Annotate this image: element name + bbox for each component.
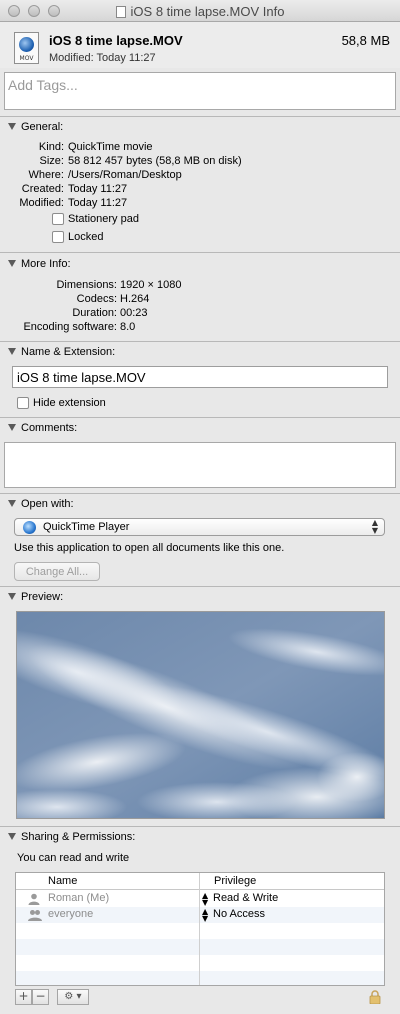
divider [0,252,400,253]
codecs-value: H.264 [120,293,150,305]
permissions-table: Name Privilege Roman (Me) ▲ ▼ Read & Writ… [15,872,385,986]
sharing-heading: Sharing & Permissions: [21,831,136,843]
preview-heading: Preview: [21,591,64,603]
quicktime-player-icon [23,521,36,534]
dimensions-value: 1920 × 1080 [120,279,182,291]
disclosure-triangle-icon [8,348,16,355]
disclosure-triangle-icon [8,123,16,130]
general-section-header[interactable]: General: [8,121,63,133]
where-value: /Users/Roman/Desktop [68,169,182,181]
disclosure-triangle-icon [8,500,16,507]
open-with-heading: Open with: [21,498,74,510]
window-title-container: iOS 8 time lapse.MOV Info [0,4,400,19]
modified-label: Modified: [19,197,64,209]
document-icon [115,6,126,18]
tags-field[interactable]: Add Tags... [4,72,396,110]
title-bar: iOS 8 time lapse.MOV Info [0,0,400,22]
comments-field[interactable] [4,442,396,488]
open-with-app-select[interactable]: QuickTime Player ▲ ▼ [14,518,385,536]
more-info-section-header[interactable]: More Info: [8,258,71,270]
disclosure-triangle-icon [8,260,16,267]
divider [0,826,400,827]
duration-label: Duration: [72,307,117,319]
hide-extension-checkbox[interactable] [17,397,29,409]
table-row-empty [16,971,384,985]
action-menu-button[interactable]: ⚙ ▾ [57,989,89,1005]
modified-value: Today 11:27 [68,197,128,209]
divider [0,586,400,587]
where-label: Where: [28,169,64,181]
column-header-privilege[interactable]: Privilege [214,875,256,887]
name-extension-heading: Name & Extension: [21,346,116,358]
kind-label: Kind: [38,141,64,153]
group-icon [28,910,42,921]
preview-section-header[interactable]: Preview: [8,591,63,603]
table-row-empty [16,939,384,955]
file-modified: Modified: Today 11:27 [49,52,156,64]
table-row-empty [16,955,384,971]
name-extension-section-header[interactable]: Name & Extension: [8,346,115,358]
permission-user-name: everyone [48,908,94,920]
quicktime-logo-icon [19,37,34,52]
movie-file-icon: MOV [14,32,39,64]
file-size: 58,8 MB [341,33,390,48]
privilege-stepper-icon[interactable]: ▲ ▼ [202,908,208,923]
more-info-heading: More Info: [21,258,71,270]
disclosure-triangle-icon [8,833,16,840]
comments-section-header[interactable]: Comments: [8,422,77,434]
stationery-pad-checkbox[interactable] [52,213,64,225]
column-separator [199,873,200,985]
file-header: MOV iOS 8 time lapse.MOV Modified: Today… [0,22,400,68]
column-header-name[interactable]: Name [48,875,77,887]
file-name-input[interactable]: iOS 8 time lapse.MOV [12,366,388,388]
disclosure-triangle-icon [8,424,16,431]
encoding-software-value: 8.0 [120,321,136,333]
permission-privilege[interactable]: No Access [213,908,265,920]
size-value: 58 812 457 bytes (58,8 MB on disk) [68,155,242,167]
movie-preview[interactable] [16,611,385,819]
change-all-button[interactable]: Change All... [14,562,100,581]
sharing-summary: You can read and write [17,852,130,864]
file-name: iOS 8 time lapse.MOV [49,33,183,48]
size-label: Size: [39,155,64,167]
remove-user-button[interactable]: − [32,989,49,1005]
open-with-description: Use this application to open all documen… [14,542,285,554]
popup-arrows-icon: ▲ ▼ [371,518,378,535]
comments-heading: Comments: [21,422,78,434]
encoding-software-label: Encoding software: [23,321,117,333]
created-value: Today 11:27 [68,183,128,195]
codecs-label: Codecs: [76,293,117,305]
locked-label: Locked [68,231,104,243]
stationery-pad-label: Stationery pad [68,213,139,225]
kind-value: QuickTime movie [68,141,153,153]
open-with-app-label: QuickTime Player [43,521,130,533]
divider [0,116,400,117]
created-label: Created: [21,183,64,195]
file-icon-extension: MOV [19,55,34,62]
privilege-stepper-icon[interactable]: ▲ ▼ [202,892,208,907]
lock-icon[interactable] [369,990,381,1004]
open-with-section-header[interactable]: Open with: [8,498,74,510]
table-row[interactable]: Roman (Me) ▲ ▼ Read & Write [16,891,384,907]
window-title: iOS 8 time lapse.MOV Info [130,4,285,19]
permission-privilege[interactable]: Read & Write [213,892,278,904]
add-user-button[interactable]: + [15,989,32,1005]
permissions-table-header: Name Privilege [16,873,384,890]
permission-user-name: Roman (Me) [48,892,110,904]
hide-extension-label: Hide extension [33,397,106,409]
divider [0,341,400,342]
disclosure-triangle-icon [8,593,16,600]
tags-placeholder: Add Tags... [8,77,78,93]
locked-checkbox[interactable] [52,231,64,243]
user-icon [28,893,40,905]
divider [0,417,400,418]
divider [0,493,400,494]
table-row[interactable]: everyone ▲ ▼ No Access [16,907,384,923]
duration-value: 00:23 [120,307,148,319]
table-row-empty [16,923,384,939]
sky-clouds-preview-image [17,612,384,818]
general-heading: General: [21,121,64,133]
dimensions-label: Dimensions: [56,279,117,291]
sharing-section-header[interactable]: Sharing & Permissions: [8,831,135,843]
